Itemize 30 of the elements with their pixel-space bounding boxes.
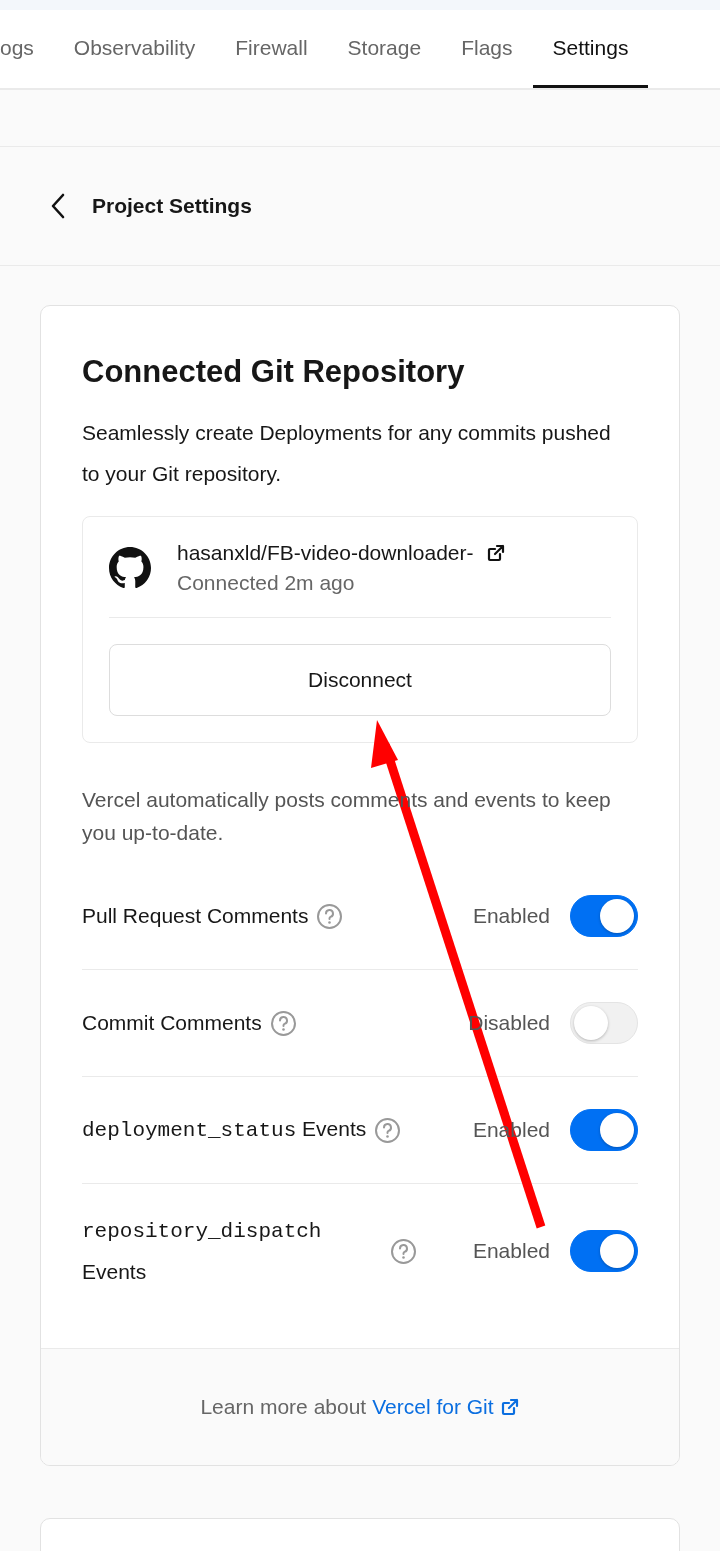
back-chevron-icon[interactable] [50,193,66,219]
nav-tab[interactable]: Settings [532,10,649,88]
page-title: Project Settings [92,194,252,218]
toggle-switch[interactable] [570,1230,638,1272]
nav-tab[interactable]: ogs [0,10,54,88]
toggle-switch[interactable] [570,895,638,937]
card-description: Seamlessly create Deployments for any commits pushed to your Git repository. [82,420,612,487]
setting-status: Enabled [472,904,550,928]
setting-label: repository_dispatch Events [82,1219,323,1285]
nav-tab[interactable]: Storage [327,10,442,88]
repository-link[interactable]: hasanxld/FB-video-downloader- [177,541,474,565]
octocat-icon [109,547,151,589]
card-title: Connected Git Repository [82,354,466,390]
help-icon[interactable] [269,1009,297,1037]
help-icon[interactable] [374,1116,402,1144]
setting-label: Pull Request Comments [82,903,309,929]
nav-tab[interactable]: Firewall [215,10,328,88]
help-icon[interactable] [390,1237,417,1265]
setting-status: Enabled [472,1239,550,1263]
setting-label: deployment_status Events [82,1116,367,1144]
setting-label: Commit Comments [82,1010,262,1036]
toggle-switch[interactable] [570,1109,638,1151]
connection-status: Connected 2m ago [177,571,356,595]
disconnect-button[interactable]: Disconnect [109,644,611,716]
nav-tab[interactable]: Observability [53,10,216,88]
footer-text: Learn more about [200,1395,367,1419]
external-link-icon[interactable] [485,543,506,563]
help-icon[interactable] [316,902,344,930]
vercel-for-git-link[interactable]: Vercel for Git [372,1395,494,1419]
nav-tab[interactable]: Flags [441,10,533,88]
